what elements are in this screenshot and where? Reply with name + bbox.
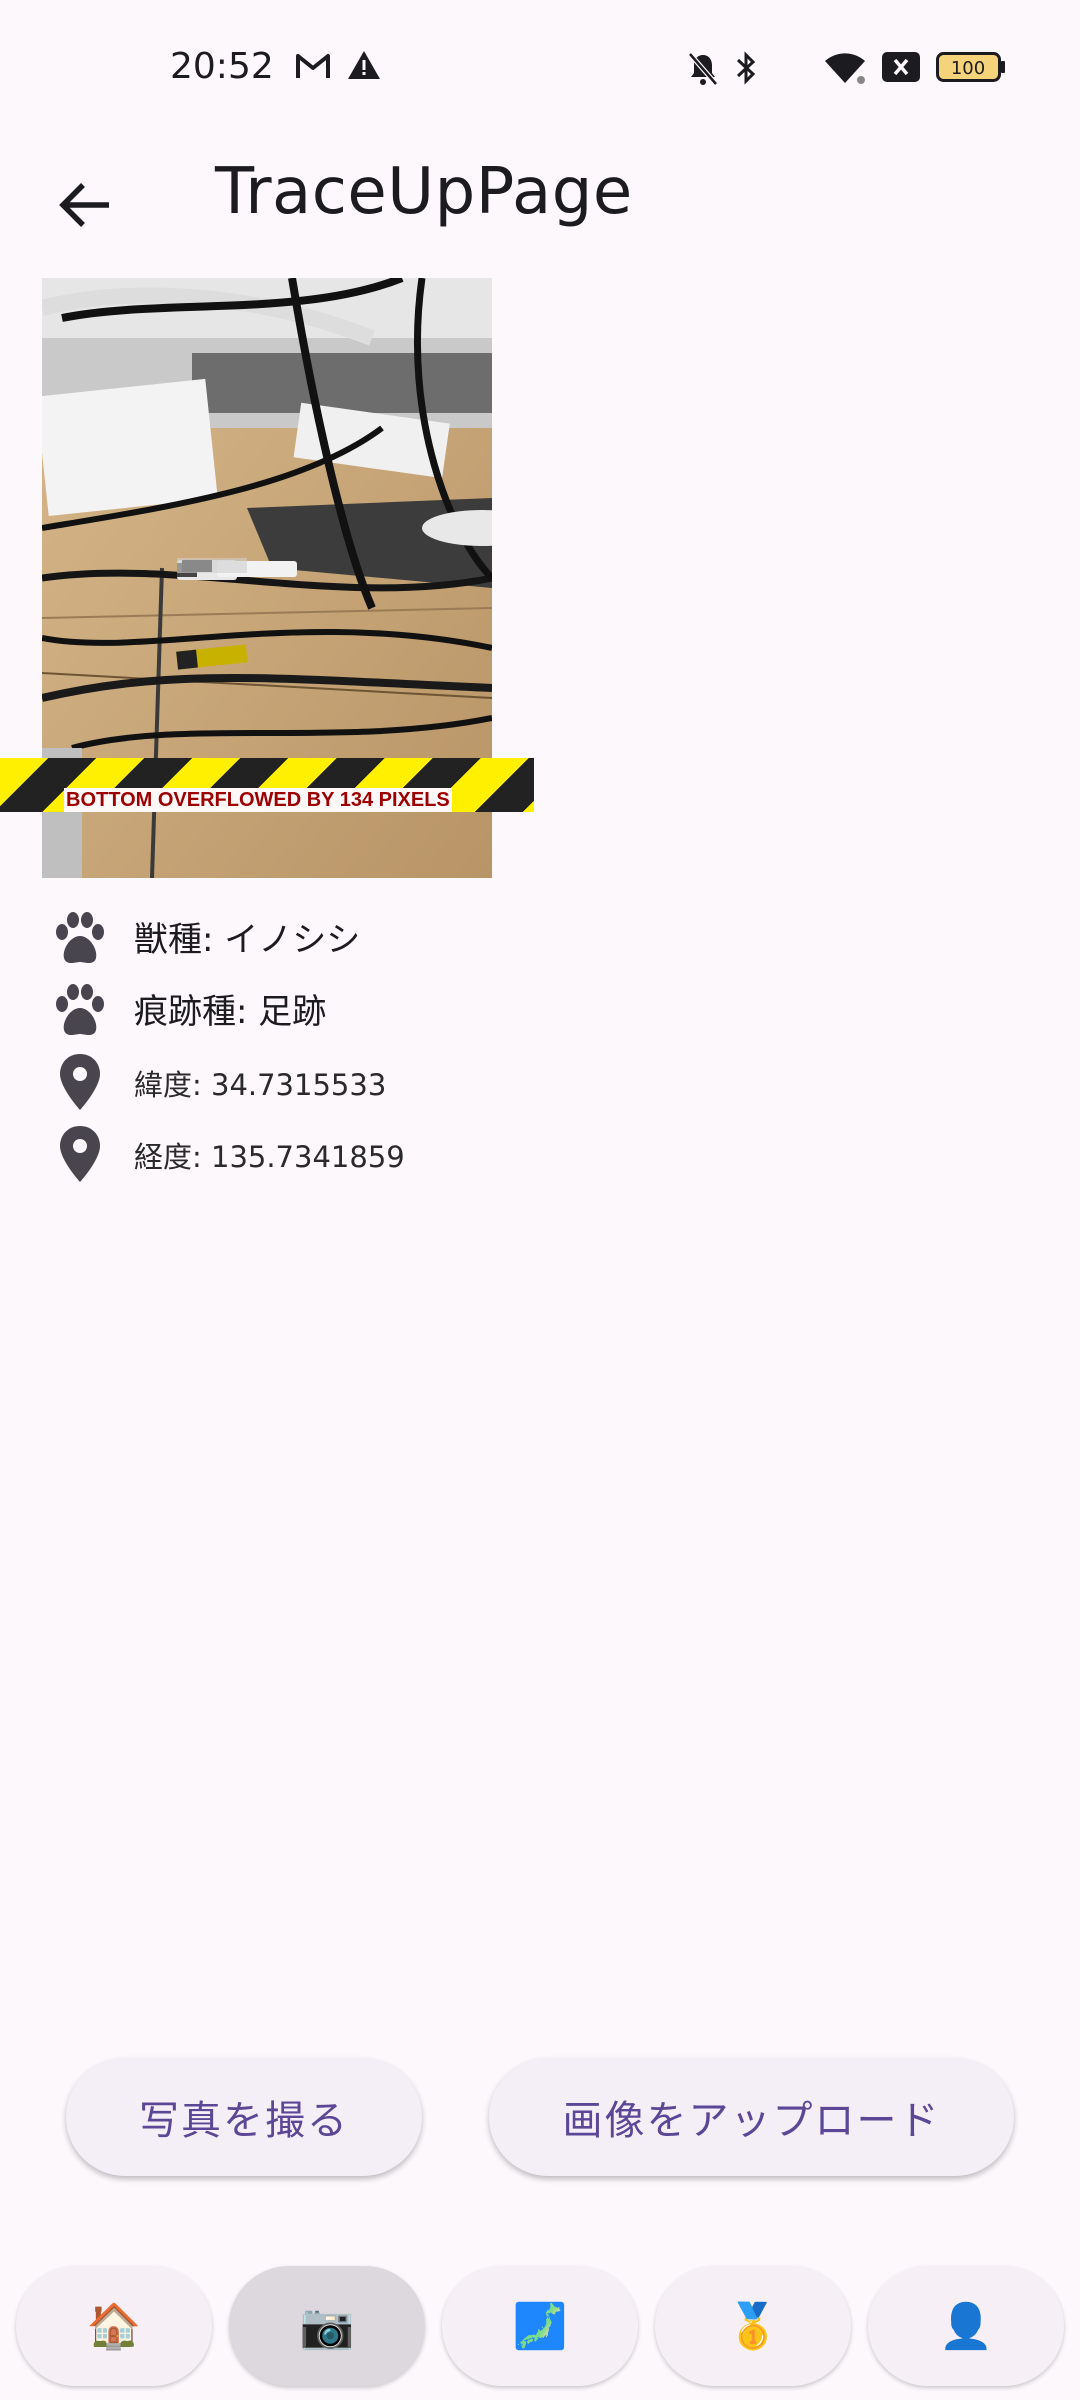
take-photo-button[interactable]: 写真を撮る [66,2058,422,2176]
map-icon: 🗾 [512,2301,568,2352]
camera-icon: 📷 [299,2301,355,2352]
latitude-row: 緯度: 34.7315533 [42,1044,742,1116]
latitude-text: 緯度: 34.7315533 [134,1068,387,1102]
nav-camera[interactable]: 📷 [229,2266,425,2386]
status-bar: 20:52 100 [0,0,1080,135]
trace-type-row: 痕跡種: 足跡 [42,972,742,1044]
species-row: 獣種: イノシシ [42,900,742,972]
location-pin-icon [60,1126,100,1182]
profile-icon: 👤 [938,2301,994,2352]
arrow-back-icon [59,183,109,227]
wifi-icon [823,50,867,88]
warning-icon [347,50,381,84]
back-button[interactable] [40,160,130,250]
bell-off-icon [688,52,718,90]
paw-icon [56,984,104,1035]
trace-info-list: 獣種: イノシシ 痕跡種: 足跡 緯度: 34.7315533 経度: 135.… [42,900,742,1188]
status-time: 20:52 [170,46,274,87]
bottom-nav: 🏠 📷 🗾 🥇 👤 [0,2266,1080,2400]
battery-icon: 100 [936,52,1006,86]
longitude-row: 経度: 135.7341859 [42,1116,742,1188]
species-text: 獣種: イノシシ [134,920,361,960]
paw-icon [56,912,104,963]
longitude-text: 経度: 135.7341859 [134,1140,405,1174]
upload-image-button[interactable]: 画像をアップロード [489,2058,1014,2176]
gmail-icon [295,52,331,84]
nav-ranking[interactable]: 🥇 [655,2266,851,2386]
bluetooth-icon [735,50,757,90]
nav-home[interactable]: 🏠 [16,2266,212,2386]
location-pin-icon [60,1054,100,1110]
nav-profile[interactable]: 👤 [868,2266,1064,2386]
x-icon [882,52,920,86]
app-bar: TraceUpPage [0,135,1080,255]
trace-type-text: 痕跡種: 足跡 [134,992,327,1032]
home-icon: 🏠 [86,2301,142,2352]
page-title: TraceUpPage [215,155,633,229]
battery-level: 100 [951,58,985,79]
medal-icon: 🥇 [725,2301,781,2352]
nav-map[interactable]: 🗾 [442,2266,638,2386]
overflow-warning-label: BOTTOM OVERFLOWED BY 134 PIXELS [64,788,452,812]
